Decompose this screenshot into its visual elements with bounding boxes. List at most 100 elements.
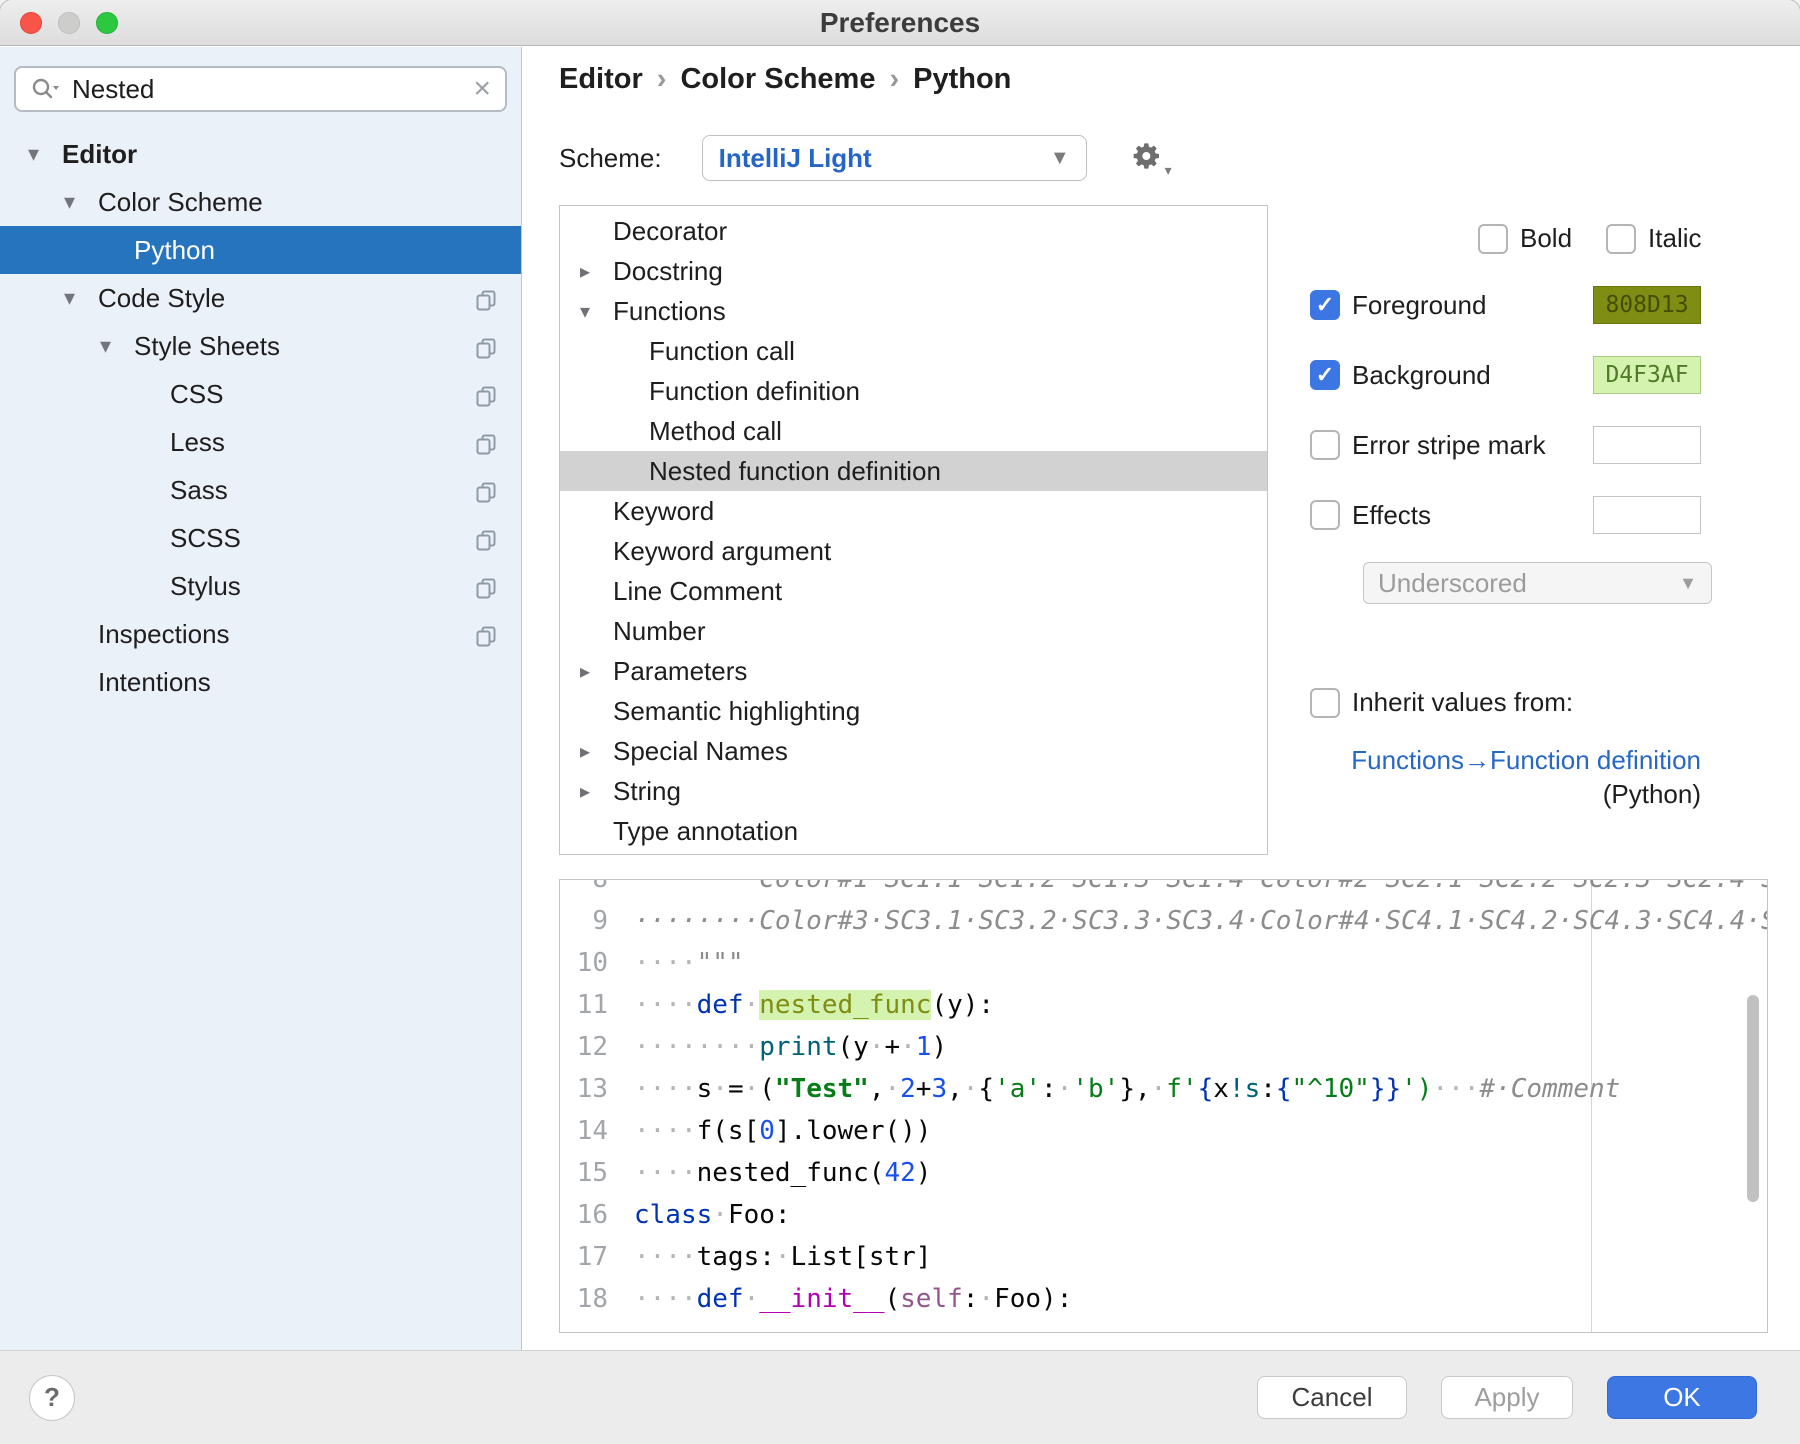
- chevron-down-icon: ▼: [1679, 573, 1697, 594]
- chevron-right-icon[interactable]: ▸: [580, 779, 613, 804]
- attr-item-function-definition[interactable]: Function definition: [560, 371, 1267, 411]
- attr-item-line-comment[interactable]: Line Comment: [560, 571, 1267, 611]
- effects-checkbox[interactable]: [1310, 500, 1340, 530]
- chevron-down-icon[interactable]: ▾: [64, 189, 98, 215]
- attr-item-type-annotation[interactable]: Type annotation: [560, 811, 1267, 851]
- effects-color-swatch[interactable]: [1593, 496, 1701, 534]
- line-number: 13: [560, 1068, 608, 1110]
- sidebar-item-color-scheme[interactable]: ▾Color Scheme: [0, 178, 521, 226]
- bold-checkbox[interactable]: [1478, 224, 1508, 254]
- background-color-swatch[interactable]: D4F3AF: [1593, 356, 1701, 394]
- chevron-down-icon: ▾: [1165, 162, 1172, 179]
- line-number: 10: [560, 942, 608, 984]
- line-number: 18: [560, 1278, 608, 1320]
- attr-item-label: Semantic highlighting: [613, 696, 860, 727]
- sidebar-item-editor[interactable]: ▾Editor: [0, 130, 521, 178]
- copy-settings-icon: [476, 623, 497, 654]
- attr-item-method-call[interactable]: Method call: [560, 411, 1267, 451]
- chevron-right-icon[interactable]: ▸: [580, 259, 613, 284]
- sidebar-item-style-sheets[interactable]: ▾Style Sheets: [0, 322, 521, 370]
- breadcrumb-color-scheme[interactable]: Color Scheme: [680, 63, 875, 95]
- attr-item-nested-function-definition[interactable]: Nested function definition: [560, 451, 1267, 491]
- breadcrumb-editor[interactable]: Editor: [559, 63, 643, 95]
- help-button[interactable]: ?: [29, 1375, 75, 1421]
- sidebar-item-css[interactable]: CSS: [0, 370, 521, 418]
- search-input[interactable]: [70, 73, 473, 106]
- background-checkbox[interactable]: ✓: [1310, 360, 1340, 390]
- attr-item-label: Keyword: [613, 496, 714, 527]
- error-stripe-mark-checkbox[interactable]: [1310, 430, 1340, 460]
- sidebar-item-inspections[interactable]: Inspections: [0, 610, 521, 658]
- sidebar-item-python[interactable]: Python: [0, 226, 521, 274]
- preview-scrollbar[interactable]: [1747, 995, 1759, 1202]
- settings-search-field[interactable]: ×: [14, 66, 507, 112]
- sidebar-item-scss[interactable]: SCSS: [0, 514, 521, 562]
- line-number: 16: [560, 1194, 608, 1236]
- chevron-down-icon[interactable]: ▾: [28, 141, 62, 167]
- chevron-down-icon: ▼: [1050, 147, 1070, 170]
- foreground-color-swatch[interactable]: 808D13: [1593, 286, 1701, 324]
- chevron-right-icon[interactable]: ▸: [580, 659, 613, 684]
- scheme-dropdown-value: IntelliJ Light: [719, 143, 1050, 174]
- code-text: ····""": [608, 942, 744, 984]
- code-line: 13····s·=·("Test",·2+3,·{'a':·'b'},·f'{x…: [560, 1068, 1767, 1110]
- attr-item-special-names[interactable]: ▸Special Names: [560, 731, 1267, 771]
- chevron-down-icon[interactable]: ▾: [580, 299, 613, 324]
- close-window-icon[interactable]: [20, 12, 42, 34]
- attr-item-docstring[interactable]: ▸Docstring: [560, 251, 1267, 291]
- scheme-actions-button[interactable]: ▾: [1131, 140, 1172, 177]
- attr-item-label: Function definition: [649, 376, 860, 407]
- clear-search-icon[interactable]: ×: [473, 74, 491, 104]
- inherit-source-link[interactable]: Functions→Function definition: [1351, 745, 1701, 776]
- apply-button[interactable]: Apply: [1441, 1376, 1573, 1419]
- attr-item-decorator[interactable]: Decorator: [560, 211, 1267, 251]
- cancel-button[interactable]: Cancel: [1257, 1376, 1407, 1419]
- error-stripe-mark-row: Error stripe mark: [1310, 426, 1768, 464]
- copy-settings-icon: [476, 431, 497, 462]
- italic-checkbox[interactable]: [1606, 224, 1636, 254]
- inherit-values-label: Inherit values from:: [1352, 687, 1573, 718]
- chevron-down-icon[interactable]: ▾: [100, 333, 134, 359]
- line-number: 17: [560, 1236, 608, 1278]
- scheme-dropdown[interactable]: IntelliJ Light ▼: [702, 135, 1087, 181]
- inherit-values-checkbox[interactable]: [1310, 688, 1340, 718]
- attr-item-string[interactable]: ▸String: [560, 771, 1267, 811]
- chevron-right-icon[interactable]: ▸: [580, 739, 613, 764]
- sidebar-item-label: Stylus: [170, 571, 241, 602]
- line-number: 8: [560, 879, 608, 900]
- attr-item-label: Method call: [649, 416, 782, 447]
- copy-settings-icon: [476, 527, 497, 558]
- line-number: 9: [560, 900, 608, 942]
- sidebar-item-intentions[interactable]: Intentions: [0, 658, 521, 706]
- code-text: ····def·nested_func(y):: [608, 984, 994, 1026]
- attr-item-number[interactable]: Number: [560, 611, 1267, 651]
- attr-item-label: Line Comment: [613, 576, 782, 607]
- zoom-window-icon[interactable]: [96, 12, 118, 34]
- sidebar-item-stylus[interactable]: Stylus: [0, 562, 521, 610]
- settings-sidebar: × ▾Editor▾Color SchemePython▾Code Style▾…: [0, 47, 522, 1350]
- attr-item-keyword[interactable]: Keyword: [560, 491, 1267, 531]
- foreground-checkbox[interactable]: ✓: [1310, 290, 1340, 320]
- sidebar-item-label: Intentions: [98, 667, 211, 698]
- sidebar-item-label: Color Scheme: [98, 187, 263, 218]
- chevron-down-icon[interactable]: ▾: [64, 285, 98, 311]
- effect-style-dropdown[interactable]: Underscored ▼: [1363, 562, 1712, 604]
- attr-item-keyword-argument[interactable]: Keyword argument: [560, 531, 1267, 571]
- sidebar-item-less[interactable]: Less: [0, 418, 521, 466]
- attr-item-function-call[interactable]: Function call: [560, 331, 1267, 371]
- inherit-source-language: (Python): [1603, 779, 1701, 810]
- ok-button[interactable]: OK: [1607, 1376, 1757, 1419]
- sidebar-item-code-style[interactable]: ▾Code Style: [0, 274, 521, 322]
- sidebar-item-label: CSS: [170, 379, 223, 410]
- copy-settings-icon: [476, 287, 497, 318]
- attr-item-label: Docstring: [613, 256, 723, 287]
- sidebar-item-label: Code Style: [98, 283, 225, 314]
- sidebar-item-label: Python: [134, 235, 215, 266]
- attr-item-parameters[interactable]: ▸Parameters: [560, 651, 1267, 691]
- attr-item-semantic-highlighting[interactable]: Semantic highlighting: [560, 691, 1267, 731]
- code-line: 14····f(s[0].lower()): [560, 1110, 1767, 1152]
- attr-item-functions[interactable]: ▾Functions: [560, 291, 1267, 331]
- sidebar-item-sass[interactable]: Sass: [0, 466, 521, 514]
- error-stripe-mark-color-swatch[interactable]: [1593, 426, 1701, 464]
- scheme-label: Scheme:: [559, 143, 662, 174]
